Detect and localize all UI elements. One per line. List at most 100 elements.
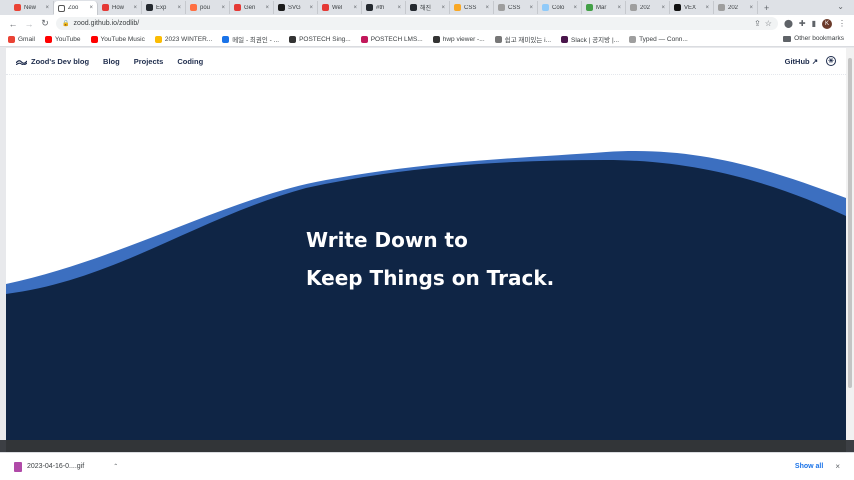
tab-close-icon[interactable]: × <box>397 5 401 11</box>
tab-close-icon[interactable]: × <box>573 5 577 11</box>
browser-tab[interactable]: #th × <box>362 1 406 14</box>
tab-close-icon[interactable]: × <box>441 5 445 11</box>
tab-title: New <box>24 4 37 11</box>
browser-tab[interactable]: CSS × <box>450 1 494 14</box>
browser-tab[interactable]: New × <box>10 1 54 14</box>
tab-title: Colo <box>552 4 565 11</box>
tab-close-icon[interactable]: × <box>265 5 269 11</box>
download-filename: 2023-04-16-0....gif <box>27 463 85 470</box>
url-text: zood.github.io/zodlib/ <box>73 20 140 27</box>
bookmark-item[interactable]: POSTECH Sing... <box>289 35 351 43</box>
tab-favicon-icon <box>234 4 241 11</box>
show-all-button[interactable]: Show all <box>795 463 823 470</box>
bookmark-item[interactable]: POSTECH LMS... <box>360 35 423 43</box>
tab-title: Mar <box>596 4 607 11</box>
extension-icon[interactable]: ⬤ <box>784 19 793 28</box>
reload-icon[interactable]: ↻ <box>40 18 50 29</box>
browser-tab[interactable]: How × <box>98 1 142 14</box>
bookmark-label: POSTECH LMS... <box>370 35 423 43</box>
tab-close-icon[interactable]: × <box>485 5 489 11</box>
download-item[interactable]: 2023-04-16-0....gif ⌃ <box>14 461 118 472</box>
tab-close-icon[interactable]: × <box>705 5 709 11</box>
tab-close-icon[interactable]: × <box>177 5 181 11</box>
bookmark-favicon-icon <box>561 35 568 43</box>
bookmark-favicon-icon <box>360 35 368 43</box>
scrollbar-thumb[interactable] <box>848 58 852 388</box>
tab-close-icon[interactable]: × <box>749 5 753 11</box>
tab-close-icon[interactable]: × <box>89 5 93 11</box>
tab-close-icon[interactable]: × <box>353 5 357 11</box>
forward-icon[interactable]: → <box>24 19 34 29</box>
browser-tab[interactable]: Wel × <box>318 1 362 14</box>
tab-close-icon[interactable]: × <box>661 5 665 11</box>
browser-tab[interactable]: CSS × <box>494 1 538 14</box>
share-icon[interactable]: ⇪ <box>754 19 761 28</box>
tab-title: CSS <box>508 4 521 11</box>
browser-tab[interactable]: VEX × <box>670 1 714 14</box>
tab-close-icon[interactable]: × <box>133 5 137 11</box>
theme-toggle-icon[interactable]: ☀ <box>826 56 836 66</box>
browser-tab[interactable]: Gen × <box>230 1 274 14</box>
bookmark-label: Gmail <box>18 35 35 43</box>
nav-link-projects[interactable]: Projects <box>134 57 164 66</box>
site-brand[interactable]: Zood's Dev blog <box>16 57 89 66</box>
github-link[interactable]: GitHub ↗ <box>785 57 818 66</box>
tab-title: Wel <box>332 4 343 11</box>
bookmark-item[interactable]: hwp viewer -... <box>432 35 485 43</box>
sidepanel-icon[interactable]: ▮ <box>812 19 816 28</box>
menu-icon[interactable]: ⋮ <box>838 19 846 28</box>
tab-title: Gen <box>244 4 256 11</box>
site-navbar: Zood's Dev blog Blog Projects Coding Git… <box>6 48 846 75</box>
bookmark-item[interactable]: Slack | 공지방 |... <box>561 34 619 44</box>
puzzle-icon[interactable]: ✚ <box>799 19 806 28</box>
page-scrollbar[interactable] <box>846 48 854 440</box>
bookmark-item[interactable]: Gmail <box>8 35 35 43</box>
tab-close-icon[interactable]: × <box>617 5 621 11</box>
tab-favicon-icon <box>674 4 681 11</box>
tab-close-icon[interactable]: × <box>529 5 533 11</box>
bookmarks-bar: Gmail YouTube YouTube Music 2023 WINTER... 메… <box>0 32 854 47</box>
tab-favicon-icon <box>146 4 153 11</box>
tab-close-icon[interactable]: × <box>309 5 313 11</box>
address-bar[interactable]: 🔒 zood.github.io/zodlib/ ⇪ ☆ <box>56 17 778 30</box>
browser-tab[interactable]: SVG × <box>274 1 318 14</box>
tab-close-icon[interactable]: × <box>221 5 225 11</box>
browser-tab[interactable]: Zoo × <box>54 1 98 15</box>
page-bottom-strip <box>0 440 854 452</box>
lock-icon[interactable]: 🔒 <box>62 20 69 27</box>
bookmark-item[interactable]: Typed — Conn... <box>629 35 688 43</box>
bookmark-favicon-icon <box>432 35 440 43</box>
tab-title: VEX <box>684 4 697 11</box>
new-tab-icon[interactable]: + <box>764 3 769 13</box>
bookmark-item[interactable]: YouTube Music <box>90 35 145 43</box>
browser-tab[interactable]: 202 × <box>626 1 670 14</box>
bookmark-item[interactable]: 메일 - 최권인 - ... <box>222 34 279 44</box>
browser-tab[interactable]: Exp × <box>142 1 186 14</box>
wave-dark <box>6 160 846 440</box>
browser-tab[interactable]: 해진 × <box>406 1 450 14</box>
other-bookmarks[interactable]: Other bookmarks <box>783 35 844 42</box>
bookmark-star-icon[interactable]: ☆ <box>765 19 772 28</box>
nav-right: GitHub ↗ ☀ <box>785 56 836 66</box>
nav-link-blog[interactable]: Blog <box>103 57 120 66</box>
browser-tab[interactable]: Mar × <box>582 1 626 14</box>
bookmark-item[interactable]: 쉽고 재미있는 i... <box>494 34 551 44</box>
nav-link-coding[interactable]: Coding <box>177 57 203 66</box>
bookmark-item[interactable]: YouTube <box>44 35 81 43</box>
download-bar: 2023-04-16-0....gif ⌃ Show all × <box>0 452 854 480</box>
tab-title: Exp <box>156 4 167 11</box>
tab-close-icon[interactable]: × <box>45 5 49 11</box>
bookmark-label: hwp viewer -... <box>442 35 485 43</box>
chevron-up-icon[interactable]: ⌃ <box>113 463 118 470</box>
back-icon[interactable]: ← <box>8 19 18 29</box>
browser-tab[interactable]: 202 × <box>714 1 758 14</box>
profile-avatar[interactable]: K <box>822 18 832 29</box>
tab-search-icon[interactable]: ⌄ <box>837 2 844 11</box>
tab-favicon-icon <box>190 4 197 11</box>
bookmark-item[interactable]: 2023 WINTER... <box>154 35 212 43</box>
tab-favicon-icon <box>630 4 637 11</box>
browser-tab[interactable]: pou × <box>186 1 230 14</box>
close-icon[interactable]: × <box>835 462 840 471</box>
browser-tab[interactable]: Colo × <box>538 1 582 14</box>
page-bottom-edge <box>6 440 846 452</box>
